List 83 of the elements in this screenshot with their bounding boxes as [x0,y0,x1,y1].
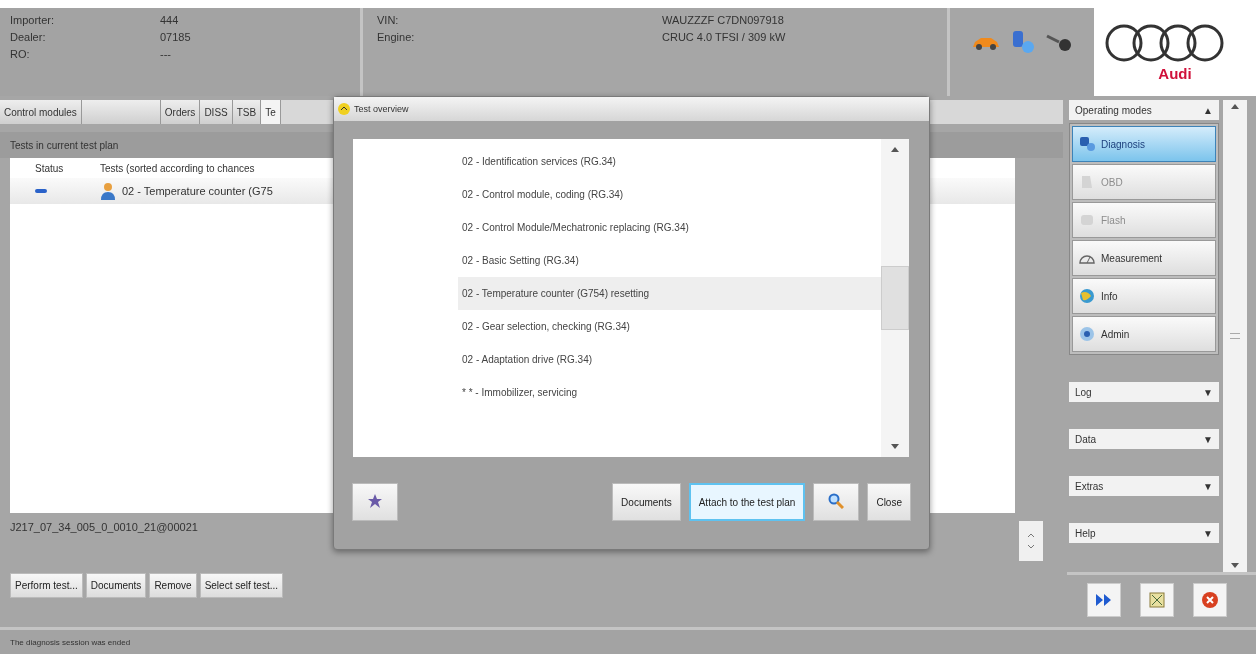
search-icon [828,493,845,509]
scroll-arrows-icon [1027,531,1035,551]
field-label: Dealer: [10,31,47,43]
scroll-thumb[interactable] [881,266,909,330]
double-arrow-icon [1094,593,1113,607]
expand-toggle[interactable]: ▼ [1203,480,1213,492]
frame-icon [1148,592,1165,608]
diagnosis-icon [1079,136,1095,152]
expand-toggle[interactable]: ▼ [1203,386,1213,398]
brand-name: Audi [1158,64,1192,82]
test-id: J217_07_34_005_0_0010_21@00021 [10,521,198,535]
list-item[interactable]: 02 - Gear selection, checking (RG.34) [458,310,881,343]
field-label: RO: [10,48,31,60]
expand-toggle[interactable]: ▼ [1203,433,1213,445]
list-item[interactable]: 02 - Basic Setting (RG.34) [458,244,881,277]
tab[interactable]: TSB [232,100,262,124]
fit-button[interactable] [1139,583,1174,617]
scroll-down-icon[interactable] [1231,563,1239,568]
mode-button[interactable]: Measurement [1072,240,1216,276]
field-value: CRUC 4.0 TFSI / 309 kW [662,31,787,43]
gear-icon [1079,326,1095,342]
panel-title: Data [1075,433,1097,445]
panel-header[interactable]: Data ▼ [1069,429,1219,449]
field-label: Importer: [10,14,55,26]
forward-button[interactable] [1086,583,1121,617]
collapse-toggle[interactable]: ▲ [1203,104,1213,116]
list-item[interactable]: 02 - Control module, coding (RG.34) [458,178,881,211]
tab[interactable]: Orders [160,100,201,124]
field-label: Engine: [377,31,416,43]
panel-header[interactable]: Log ▼ [1069,382,1219,402]
panel-title: Help [1075,527,1096,539]
document-icon [1079,174,1095,190]
column-header: Tests (sorted according to chances [100,162,255,174]
status-icon [35,189,47,193]
scroll-grip[interactable] [1230,333,1240,339]
scrollbar[interactable] [1223,100,1247,572]
mode-button[interactable]: Diagnosis [1072,126,1216,162]
dialog-title: Test overview [354,104,409,114]
app-icon [338,103,350,115]
dialog-button[interactable]: Documents [612,483,681,521]
panel-header[interactable]: Help ▼ [1069,523,1219,543]
tab[interactable] [81,100,161,124]
chip-icon [1079,212,1095,228]
dialog-button[interactable]: Close [867,483,911,521]
dialog-button[interactable]: Attach to the test plan [688,483,806,521]
column-header: Status [34,162,65,174]
tab[interactable]: Control modules [0,100,82,124]
scroll-up-icon[interactable] [891,147,899,152]
action-button[interactable]: Perform test... [10,573,83,598]
search-button[interactable] [813,483,860,521]
globe-icon [1079,288,1095,304]
star-icon [368,494,382,508]
panel-title: Log [1075,386,1092,398]
key-icon[interactable] [1045,32,1073,52]
field-value: 07185 [160,31,192,43]
action-button[interactable]: Documents [85,573,147,598]
list-item[interactable]: 02 - Temperature counter (G754) resetting [458,277,881,310]
field-value: 444 [160,14,180,26]
star-button[interactable] [352,483,398,521]
list-item[interactable]: * * - Immobilizer, servicing [458,376,881,409]
close-button[interactable] [1192,583,1227,617]
scrollbar[interactable] [881,139,909,457]
mode-button[interactable]: Admin [1072,316,1216,352]
operating-modes-header[interactable]: Operating modes ▲ [1069,100,1219,120]
panel-title: Extras [1075,480,1104,492]
field-value: WAUZZZF C7DN097918 [662,14,785,26]
person-icon [100,182,116,200]
table-cell: 02 - Temperature counter (G75 [122,185,273,197]
expand-toggle[interactable]: ▼ [1203,527,1213,539]
tab[interactable]: Te [261,100,281,124]
panel-header[interactable]: Extras ▼ [1069,476,1219,496]
action-button[interactable]: Remove [149,573,197,598]
header-title: Operating modes [1075,104,1152,116]
action-button[interactable]: Select self test... [199,573,283,598]
field-label: VIN: [377,14,400,26]
close-icon [1200,591,1219,609]
tab[interactable]: DISS [200,100,233,124]
field-value: --- [160,48,172,60]
scroll-up-icon[interactable] [1231,104,1239,109]
list-item[interactable]: 02 - Control Module/Mechatronic replacing (RG.34) [458,211,881,244]
mode-button[interactable]: Info [1072,278,1216,314]
list-item[interactable]: 02 - Adaptation drive (RG.34) [458,343,881,376]
scroll-down-icon[interactable] [891,444,899,449]
